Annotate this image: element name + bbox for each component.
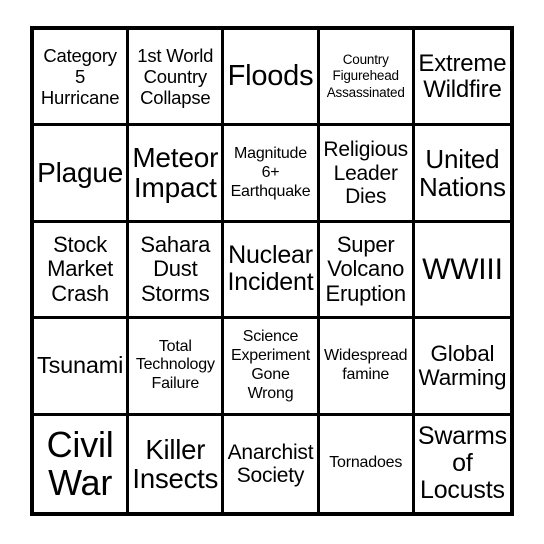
bingo-cell-label: Total Technology Failure [135,337,215,393]
bingo-cell-label: Widespread famine [324,347,408,383]
bingo-cell[interactable]: Tornadoes [319,415,415,512]
bingo-cell-label: Extreme Wildfire [418,49,507,103]
bingo-cell[interactable]: 1st World Country Collapse [129,30,225,127]
bingo-cell-label: Plague [37,157,124,189]
bingo-cell[interactable]: Science Experiment Gone Wrong [224,319,320,416]
bingo-cell-label: Tsunami [37,352,124,379]
bingo-cell[interactable]: Super Volcano Eruption [319,222,415,320]
bingo-cell[interactable]: Anarchist Society [224,415,320,512]
bingo-cell-label: Magnitude 6+ Earthquake [230,144,311,200]
bingo-cell-label: Meteor Impact [132,142,219,204]
bingo-cell-label: Category 5 Hurricane [40,45,120,109]
bingo-cell[interactable]: Killer Insects [129,415,225,512]
bingo-cell-label: Stock Market Crash [47,232,114,306]
bingo-cell-label: Science Experiment Gone Wrong [231,328,310,402]
bingo-cell[interactable]: Swarms of Locusts [414,415,510,512]
bingo-cell[interactable]: Religious Leader Dies [319,126,415,223]
bingo-cell[interactable]: Stock Market Crash [34,222,130,320]
bingo-cell-label: Country Figurehead Assassinated [326,51,405,100]
bingo-cell[interactable]: Widespread famine [319,319,415,416]
bingo-cell-label: Floods [227,60,314,93]
bingo-cell-label: Swarms of Locusts [417,422,507,505]
bingo-cell[interactable]: Meteor Impact [129,126,225,223]
bingo-cell[interactable]: Total Technology Failure [129,319,225,416]
bingo-cell-label: Tornadoes [329,454,403,472]
bingo-cell[interactable]: Nuclear Incident [224,222,320,320]
bingo-cell-label: Global Warming [418,340,507,390]
bingo-cell[interactable]: Sahara Dust Storms [129,222,225,320]
bingo-cell[interactable]: Global Warming [414,319,510,416]
bingo-cell[interactable]: Category 5 Hurricane [34,30,130,127]
bingo-cell[interactable]: Floods [224,30,320,127]
bingo-cell-label: 1st World Country Collapse [137,45,214,109]
bingo-cell[interactable]: WWIII [414,222,510,320]
bingo-card-grid: Category 5 Hurricane 1st World Country Co… [30,26,514,516]
bingo-cell[interactable]: Plague [34,126,130,223]
bingo-cell[interactable]: Extreme Wildfire [414,30,510,127]
bingo-cell-label: Civil War [46,424,114,503]
bingo-cell[interactable]: Magnitude 6+ Earthquake [224,126,320,223]
bingo-cell-label: United Nations [419,144,506,203]
bingo-cell-label: Super Volcano Eruption [325,232,407,306]
bingo-cell-label: Killer Insects [132,433,219,494]
bingo-cell-label: WWIII [422,252,503,286]
bingo-cell[interactable]: Country Figurehead Assassinated [319,30,415,127]
bingo-cell-label: Religious Leader Dies [323,138,408,208]
bingo-cell-label: Anarchist Society [227,440,314,487]
bingo-cell[interactable]: Civil War [34,415,130,512]
bingo-cell-label: Nuclear Incident [227,241,314,297]
bingo-cell-label: Sahara Dust Storms [140,232,211,306]
bingo-cell[interactable]: United Nations [414,126,510,223]
bingo-cell[interactable]: Tsunami [34,319,130,416]
